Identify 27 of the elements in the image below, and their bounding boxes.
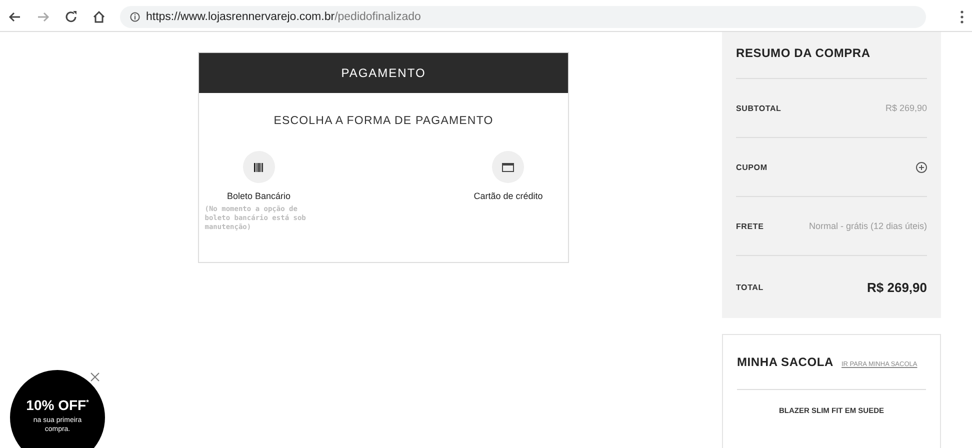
back-icon[interactable] <box>8 10 22 24</box>
summary-value: R$ 269,90 <box>885 103 927 113</box>
total-value: R$ 269,90 <box>867 280 927 294</box>
payment-option-button[interactable] <box>492 151 524 183</box>
barcode-icon <box>254 162 264 172</box>
summary-title: RESUMO DA COMPRA <box>736 46 927 79</box>
summary-value: Normal - grátis (12 dias úteis) <box>808 221 927 231</box>
url-host: https://www.lojasrennervarejo.com.br <box>146 10 335 22</box>
payment-option-label[interactable]: Cartão de crédito <box>474 191 543 201</box>
add-coupon-icon[interactable] <box>916 162 927 172</box>
summary-label: FRETE <box>736 222 764 230</box>
credit-card-icon <box>502 162 514 172</box>
reload-icon[interactable] <box>64 10 78 24</box>
url-path: /pedidofinalizado <box>334 10 421 22</box>
payment-option-label[interactable]: Boleto Bancário <box>226 191 291 201</box>
bag-title: MINHA SACOLA <box>737 355 834 369</box>
summary-label: CUPOM <box>736 162 768 172</box>
payment-header: PAGAMENTO <box>199 53 568 93</box>
payment-title: ESCOLHA A FORMA DE PAGAMENTO <box>272 115 494 127</box>
payment-option-button[interactable] <box>242 151 275 183</box>
address-bar[interactable]: https://www.lojasrennervarejo.com.br/pedidofinalizado <box>120 6 926 28</box>
info-icon[interactable] <box>130 12 140 22</box>
summary-label: SUBTOTAL <box>736 104 782 112</box>
menu-icon[interactable] <box>960 10 964 24</box>
home-icon[interactable] <box>92 10 106 24</box>
summary-label: TOTAL <box>736 282 764 292</box>
promo-headline: 10% OFF$^{*}$ <box>26 397 89 413</box>
